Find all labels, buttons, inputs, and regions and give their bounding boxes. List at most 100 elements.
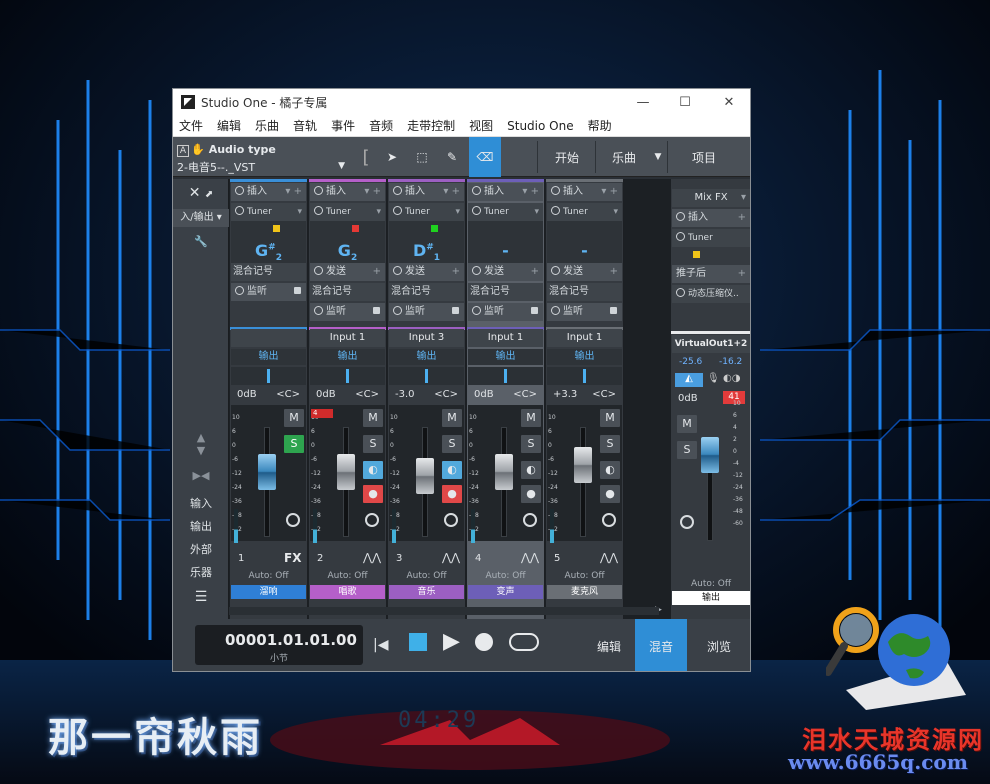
waveform-icon[interactable]: ⋀⋀ xyxy=(600,551,618,564)
mute-button[interactable]: M xyxy=(521,409,541,427)
menu-edit[interactable]: 编辑 xyxy=(217,117,241,134)
narrow-arrows-icon[interactable]: ▶◀ xyxy=(173,469,229,482)
menu-view[interactable]: 视图 xyxy=(469,117,493,134)
channel-output-label[interactable]: 输出 xyxy=(310,349,385,365)
automation-label[interactable]: Auto: Off xyxy=(389,569,464,583)
stop-icon[interactable] xyxy=(409,633,427,651)
channel-output-label[interactable]: 输出 xyxy=(389,349,464,365)
channel-name[interactable]: 音乐 xyxy=(389,585,464,599)
menu-help[interactable]: 帮助 xyxy=(588,117,612,134)
monitor-toggle-button[interactable]: ◐ xyxy=(363,461,383,479)
range-tool-icon[interactable]: ⬚ xyxy=(409,137,435,177)
mix-marker-slot[interactable]: 混合记号 xyxy=(231,263,306,281)
fader-cap[interactable] xyxy=(574,447,592,483)
mixfx-tuner-slot[interactable]: Tuner xyxy=(672,229,750,247)
mix-marker-slot[interactable]: 混合记号 xyxy=(547,283,622,301)
pan-value[interactable]: <C> xyxy=(276,389,300,400)
channel-gain[interactable]: +3.3 xyxy=(553,389,577,400)
mute-button[interactable]: M xyxy=(442,409,462,427)
waveform-icon[interactable]: ⋀⋀ xyxy=(521,551,539,564)
mix-marker-slot[interactable]: 混合记号 xyxy=(310,283,385,301)
automation-label[interactable]: Auto: Off xyxy=(310,569,385,583)
mixfx-post-slot[interactable]: 推子后 + xyxy=(672,265,750,283)
output-mute-button[interactable]: M xyxy=(677,415,697,433)
channel-output-label[interactable]: 输出 xyxy=(468,349,543,365)
solo-button[interactable]: S xyxy=(442,435,462,453)
send-slot[interactable]: 发送 + xyxy=(468,263,543,281)
channel-gain[interactable]: -3.0 xyxy=(395,389,415,400)
record-arm-button[interactable]: ● xyxy=(442,485,462,503)
pan-value[interactable]: <C> xyxy=(513,389,537,400)
mute-button[interactable]: M xyxy=(284,409,304,427)
solo-button[interactable]: S xyxy=(363,435,383,453)
insert-slot[interactable]: 插入 ▾ + xyxy=(310,183,385,201)
panel-item-instrument[interactable]: 乐器 xyxy=(173,564,229,580)
mute-button[interactable]: M xyxy=(363,409,383,427)
fader-cap[interactable] xyxy=(337,454,355,490)
output-auto-label[interactable]: Auto: Off xyxy=(672,577,750,591)
pan-knob[interactable] xyxy=(365,513,379,527)
play-icon[interactable]: ▶ xyxy=(443,629,460,654)
audio-type-panel[interactable]: A ✋ Audio type 2-电音5--._VST ▼ xyxy=(173,137,353,177)
channel-gain[interactable]: 0dB xyxy=(237,389,257,400)
insert-slot[interactable]: 插入 ▾ + xyxy=(468,183,543,201)
time-display[interactable]: 00001.01.01.00 小节 xyxy=(195,625,363,665)
channel-input-name[interactable]: Input 1 xyxy=(310,329,385,347)
send-slot[interactable]: 发送 + xyxy=(547,263,622,281)
record-arm-button[interactable]: ● xyxy=(521,485,541,503)
menu-event[interactable]: 事件 xyxy=(331,117,355,134)
channel-name[interactable]: 唱歌 xyxy=(310,585,385,599)
menu-studio-one[interactable]: Studio One xyxy=(507,119,573,133)
mix-view-button[interactable]: 混音 xyxy=(635,619,687,671)
solo-button[interactable]: S xyxy=(600,435,620,453)
pan-knob[interactable] xyxy=(444,513,458,527)
tuner-slot[interactable]: Tuner ▾ xyxy=(468,203,543,221)
link-icon[interactable]: ◐◑ xyxy=(723,373,740,384)
panel-item-input[interactable]: 输入 xyxy=(173,495,229,511)
pan-knob[interactable] xyxy=(286,513,300,527)
channel-name[interactable]: 溜响 xyxy=(231,585,306,599)
browse-view-button[interactable]: 浏览 xyxy=(693,619,745,671)
send-slot[interactable]: 发送 + xyxy=(310,263,385,281)
start-button[interactable]: 开始 xyxy=(539,137,595,177)
insert-slot[interactable]: 插入 ▾ + xyxy=(389,183,464,201)
record-icon[interactable] xyxy=(475,633,493,651)
peak-indicator[interactable]: 4 xyxy=(311,409,333,418)
mix-marker-slot[interactable]: 混合记号 xyxy=(389,283,464,301)
channel-input-name[interactable]: Input 1 xyxy=(547,329,622,347)
project-button[interactable]: 项目 xyxy=(669,137,739,177)
pan-slider[interactable] xyxy=(389,367,464,385)
channel-output-label[interactable]: 输出 xyxy=(231,349,306,365)
output-fader-cap[interactable] xyxy=(701,437,719,473)
mono-stereo-icon[interactable]: ◭ xyxy=(675,373,703,387)
channel-gain[interactable]: 0dB xyxy=(474,389,494,400)
monitor-slot[interactable]: 监听 xyxy=(310,303,385,321)
monitor-slot[interactable]: 监听 xyxy=(389,303,464,321)
send-slot[interactable]: 发送 + xyxy=(389,263,464,281)
menu-song[interactable]: 乐曲 xyxy=(255,117,279,134)
menu-audio[interactable]: 音频 xyxy=(369,117,393,134)
output-solo-button[interactable]: S xyxy=(677,441,697,459)
menu-lines-icon[interactable]: ☰ xyxy=(173,589,229,605)
mix-marker-slot[interactable]: 混合记号 xyxy=(468,283,543,301)
maximize-button[interactable]: ☐ xyxy=(665,89,705,115)
channel-name[interactable]: 麦克风 xyxy=(547,585,622,599)
pan-knob[interactable] xyxy=(523,513,537,527)
mixfx-preset-slot[interactable]: 动态压缩仪.. xyxy=(672,285,750,303)
close-panel-icon[interactable]: ✕ ⬈ xyxy=(173,185,229,201)
monitor-toggle-button[interactable]: ◐ xyxy=(521,461,541,479)
monitor-toggle-button[interactable]: ◐ xyxy=(600,461,620,479)
automation-label[interactable]: Auto: Off xyxy=(231,569,306,583)
panel-item-external[interactable]: 外部 xyxy=(173,541,229,557)
insert-slot[interactable]: 插入 ▾ + xyxy=(231,183,306,201)
monitor-toggle-button[interactable]: ◐ xyxy=(442,461,462,479)
monitor-slot[interactable]: 监听 xyxy=(231,283,306,301)
channel-input-name[interactable] xyxy=(231,329,306,347)
output-name[interactable]: 输出 xyxy=(672,591,750,605)
pan-slider[interactable] xyxy=(468,367,543,385)
channel-output-label[interactable]: 输出 xyxy=(547,349,622,365)
tuner-slot[interactable]: Tuner ▾ xyxy=(310,203,385,221)
record-arm-button[interactable]: ● xyxy=(600,485,620,503)
monitor-slot[interactable]: 监听 xyxy=(547,303,622,321)
menu-track[interactable]: 音轨 xyxy=(293,117,317,134)
